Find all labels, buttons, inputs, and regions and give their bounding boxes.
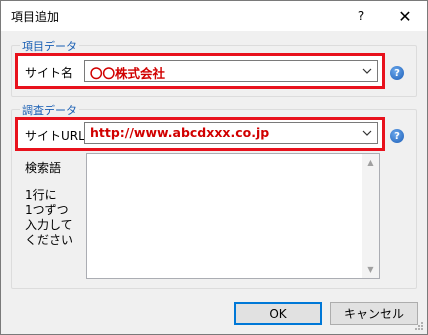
help-button[interactable]: ? xyxy=(345,1,377,31)
keyword-hint-line: ください xyxy=(25,233,74,247)
ok-button[interactable]: OK xyxy=(234,302,322,325)
site-name-value: 〇〇株式会社 xyxy=(90,66,166,81)
site-url-help-icon[interactable]: ? xyxy=(390,129,404,143)
site-name-combobox[interactable]: 〇〇株式会社 xyxy=(84,60,378,82)
resize-grip-icon[interactable] xyxy=(414,321,424,331)
site-name-label: サイト名 xyxy=(25,66,74,80)
site-url-combobox[interactable]: http://www.abcdxxx.co.jp xyxy=(84,122,378,144)
scroll-down-arrow-icon[interactable]: ▼ xyxy=(362,261,379,278)
keyword-label: 検索語 xyxy=(25,161,62,175)
site-url-label: サイトURL xyxy=(25,129,85,143)
title-bar: 項目追加 ? ✕ xyxy=(1,1,427,31)
close-icon: ✕ xyxy=(398,6,412,26)
chevron-down-icon xyxy=(360,62,374,80)
keyword-hint: 1行に 1つずつ 入力して ください xyxy=(25,188,73,248)
site-url-value: http://www.abcdxxx.co.jp xyxy=(90,125,270,140)
keyword-hint-line: 入力して xyxy=(25,218,73,232)
add-item-dialog: 項目追加 ? ✕ 項目データ サイト名 〇〇株式会社 ? 調査データ サイトUR… xyxy=(0,0,428,335)
cancel-button[interactable]: キャンセル xyxy=(330,302,418,325)
scroll-up-arrow-icon[interactable]: ▲ xyxy=(362,154,379,171)
chevron-down-icon xyxy=(360,124,374,142)
close-button[interactable]: ✕ xyxy=(385,1,425,31)
site-name-help-icon[interactable]: ? xyxy=(390,66,404,80)
survey-data-legend: 調査データ xyxy=(20,102,79,118)
keyword-hint-line: 1つずつ xyxy=(25,203,69,217)
item-data-legend: 項目データ xyxy=(20,38,79,54)
keyword-textarea[interactable]: ▲ ▼ xyxy=(86,153,380,279)
keyword-hint-line: 1行に xyxy=(25,188,57,202)
dialog-title: 項目追加 xyxy=(11,10,60,24)
keyword-scrollbar[interactable]: ▲ ▼ xyxy=(362,154,379,278)
